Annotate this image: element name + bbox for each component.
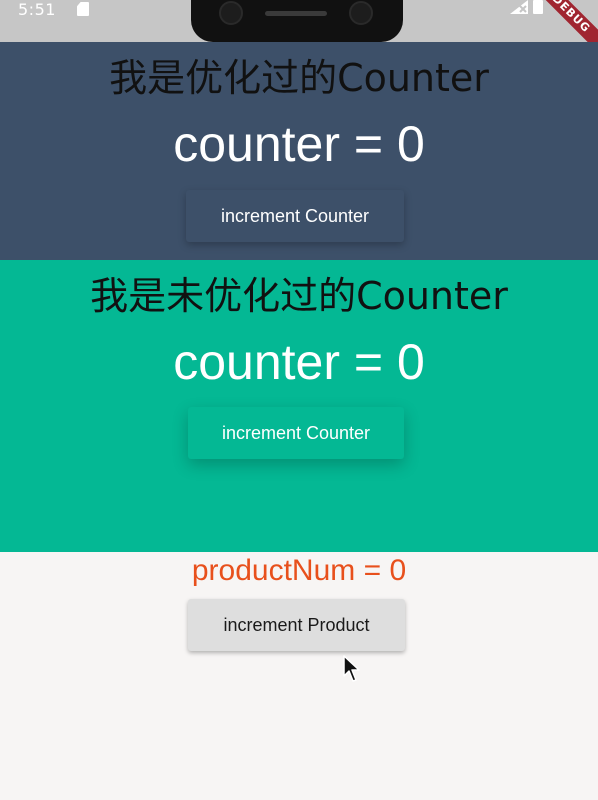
unoptimized-counter-title: 我是未优化过的Counter [90,274,508,318]
product-panel: productNum = 0 increment Product [0,552,598,800]
increment-product-button[interactable]: increment Product [188,599,405,651]
camera-notch [191,0,403,42]
optimized-counter-value: counter = 0 [173,116,425,172]
increment-unoptimized-counter-button[interactable]: increment Counter [188,407,404,459]
status-bar: 5:51 DEBUG [0,0,598,59]
status-time: 5:51 [18,0,56,19]
camera-lens-icon [349,1,373,25]
optimized-counter-title: 我是优化过的Counter [109,56,489,100]
camera-lens-icon [219,1,243,25]
signal-icon [510,0,528,14]
unoptimized-counter-panel: 我是未优化过的Counter counter = 0 increment Cou… [0,260,598,552]
optimized-counter-panel: 我是优化过的Counter counter = 0 increment Coun… [0,42,598,260]
product-count-text: productNum = 0 [191,554,407,587]
speaker-slot [265,11,327,16]
unoptimized-counter-value: counter = 0 [173,334,425,390]
increment-optimized-counter-button[interactable]: increment Counter [186,190,404,242]
app-screen: 5:51 DEBUG 我是优化过的Counter counter = 0 inc… [0,0,598,800]
sim-card-icon [77,2,89,16]
mouse-cursor-icon [343,655,360,682]
battery-icon [533,0,543,14]
